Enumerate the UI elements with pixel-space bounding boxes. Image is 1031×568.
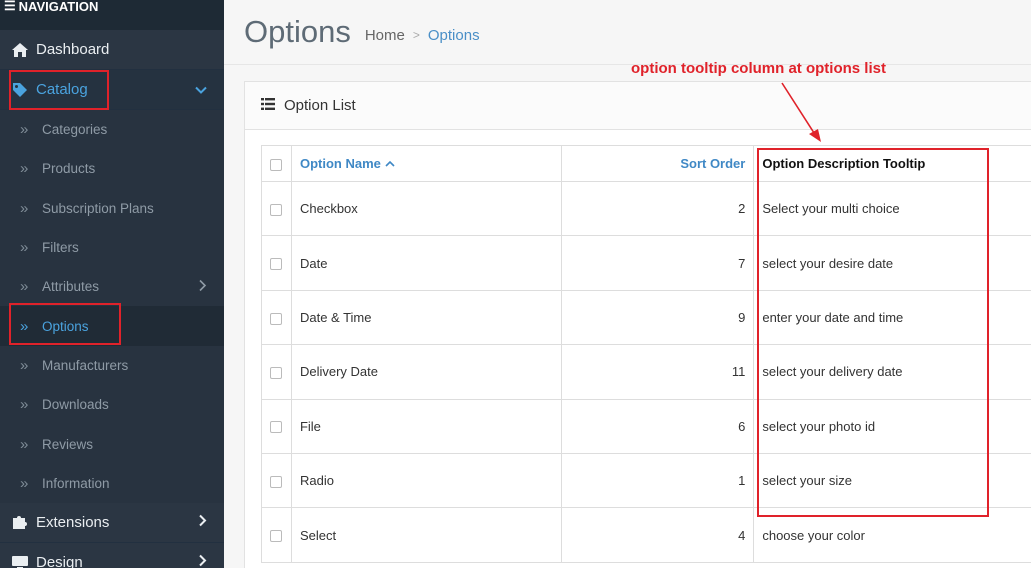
menu-item-label: Design [36, 553, 83, 568]
nav-header-label: NAVIGATION [18, 0, 99, 14]
menu-item-design[interactable]: Design [0, 543, 224, 568]
highlight-box-catalog [9, 70, 109, 110]
sort-order-cell: 7 [560, 235, 755, 291]
double-chevron-icon: » [20, 474, 29, 492]
menu-item-label: Extensions [36, 513, 110, 531]
menu-icon: ☰ [4, 0, 16, 13]
page-title: Options [244, 14, 351, 49]
puzzle-icon [9, 514, 31, 530]
submenu-label: Attributes [42, 279, 100, 295]
double-chevron-icon: » [20, 278, 29, 296]
row-checkbox-cell[interactable] [261, 235, 292, 291]
menu-item-dashboard[interactable]: Dashboard [0, 30, 224, 70]
column-header-option-name[interactable]: Option Name [290, 145, 562, 182]
submenu-label: Information [42, 475, 110, 491]
chevron-right-icon [199, 554, 207, 568]
panel-title: Option List [284, 97, 356, 114]
option-name-cell: Radio [290, 452, 562, 509]
panel-header: Option List [245, 82, 1031, 130]
row-checkbox[interactable] [270, 475, 283, 488]
column-header-sort-order[interactable]: Sort Order [560, 145, 755, 182]
sort-order-cell: 1 [560, 452, 755, 509]
row-checkbox-cell[interactable] [261, 180, 292, 237]
row-checkbox-cell[interactable] [261, 452, 292, 509]
sort-order-cell: 11 [560, 344, 755, 400]
sort-order-cell: 2 [560, 180, 755, 237]
page-header: Options Home > Options [224, 0, 1031, 65]
option-name-cell: Delivery Date [290, 344, 562, 400]
double-chevron-icon: » [20, 435, 29, 453]
menu-item-extensions[interactable]: Extensions [0, 503, 224, 543]
row-checkbox[interactable] [270, 366, 283, 379]
row-checkbox[interactable] [270, 421, 283, 434]
breadcrumb-home[interactable]: Home [365, 27, 405, 44]
option-name-cell: Select [290, 507, 562, 563]
chevron-right-icon [199, 514, 207, 531]
highlight-box-tooltip-column [757, 148, 989, 517]
row-checkbox[interactable] [270, 258, 283, 271]
row-checkbox[interactable] [270, 203, 283, 216]
highlight-box-options [9, 303, 121, 345]
row-checkbox-cell[interactable] [261, 398, 292, 454]
double-chevron-icon: » [20, 160, 29, 178]
submenu-label: Products [42, 161, 96, 177]
double-chevron-icon: » [20, 396, 29, 414]
double-chevron-icon: » [20, 199, 29, 217]
double-chevron-icon: » [20, 121, 29, 139]
breadcrumb: Home > Options [365, 27, 480, 44]
option-name-cell: Checkbox [290, 180, 562, 237]
submenu-label: Categories [42, 122, 108, 138]
submenu-item-categories[interactable]: » Categories [0, 110, 224, 150]
sort-order-cell: 4 [560, 507, 755, 563]
sort-order-cell: 9 [560, 289, 755, 346]
chevron-right-icon [199, 279, 207, 294]
monitor-icon [9, 554, 31, 568]
row-checkbox[interactable] [270, 530, 283, 543]
submenu-item-reviews[interactable]: » Reviews [0, 424, 224, 464]
chevron-down-icon [195, 81, 207, 98]
row-checkbox[interactable] [270, 312, 283, 325]
submenu-label: Reviews [42, 436, 94, 452]
submenu-label: Filters [42, 240, 79, 256]
submenu-item-information[interactable]: » Information [0, 463, 224, 503]
list-icon [261, 97, 275, 114]
double-chevron-icon: » [20, 239, 29, 257]
option-name-cell: Date & Time [290, 289, 562, 346]
annotation-label: option tooltip column at options list [631, 60, 886, 77]
submenu-item-products[interactable]: » Products [0, 149, 224, 189]
option-name-cell: File [290, 398, 562, 454]
menu-item-label: Dashboard [36, 41, 110, 58]
sort-ascending-icon [384, 156, 395, 171]
submenu-item-downloads[interactable]: » Downloads [0, 385, 224, 425]
chevron-right-icon: > [412, 28, 420, 42]
row-checkbox-cell[interactable] [261, 507, 292, 563]
sort-order-cell: 6 [560, 398, 755, 454]
select-all-checkbox-cell[interactable] [261, 145, 292, 182]
submenu-label: Subscription Plans [42, 200, 154, 216]
submenu-item-filters[interactable]: » Filters [0, 227, 224, 268]
row-checkbox-cell[interactable] [261, 344, 292, 400]
submenu-label: Downloads [42, 397, 109, 413]
breadcrumb-options[interactable]: Options [428, 27, 480, 44]
submenu-label: Manufacturers [42, 357, 129, 373]
submenu-item-manufacturers[interactable]: » Manufacturers [0, 345, 224, 386]
option-name-cell: Date [290, 235, 562, 291]
column-header-label: Option Name [299, 156, 381, 171]
row-checkbox-cell[interactable] [261, 289, 292, 346]
submenu-item-subscription-plans[interactable]: » Subscription Plans [0, 188, 224, 228]
annotation-arrow-icon [781, 82, 821, 142]
select-all-checkbox[interactable] [270, 158, 283, 171]
double-chevron-icon: » [20, 356, 29, 374]
nav-header[interactable]: ☰ NAVIGATION [0, 0, 224, 30]
home-icon [9, 42, 31, 58]
submenu-item-attributes[interactable]: » Attributes [0, 267, 224, 307]
